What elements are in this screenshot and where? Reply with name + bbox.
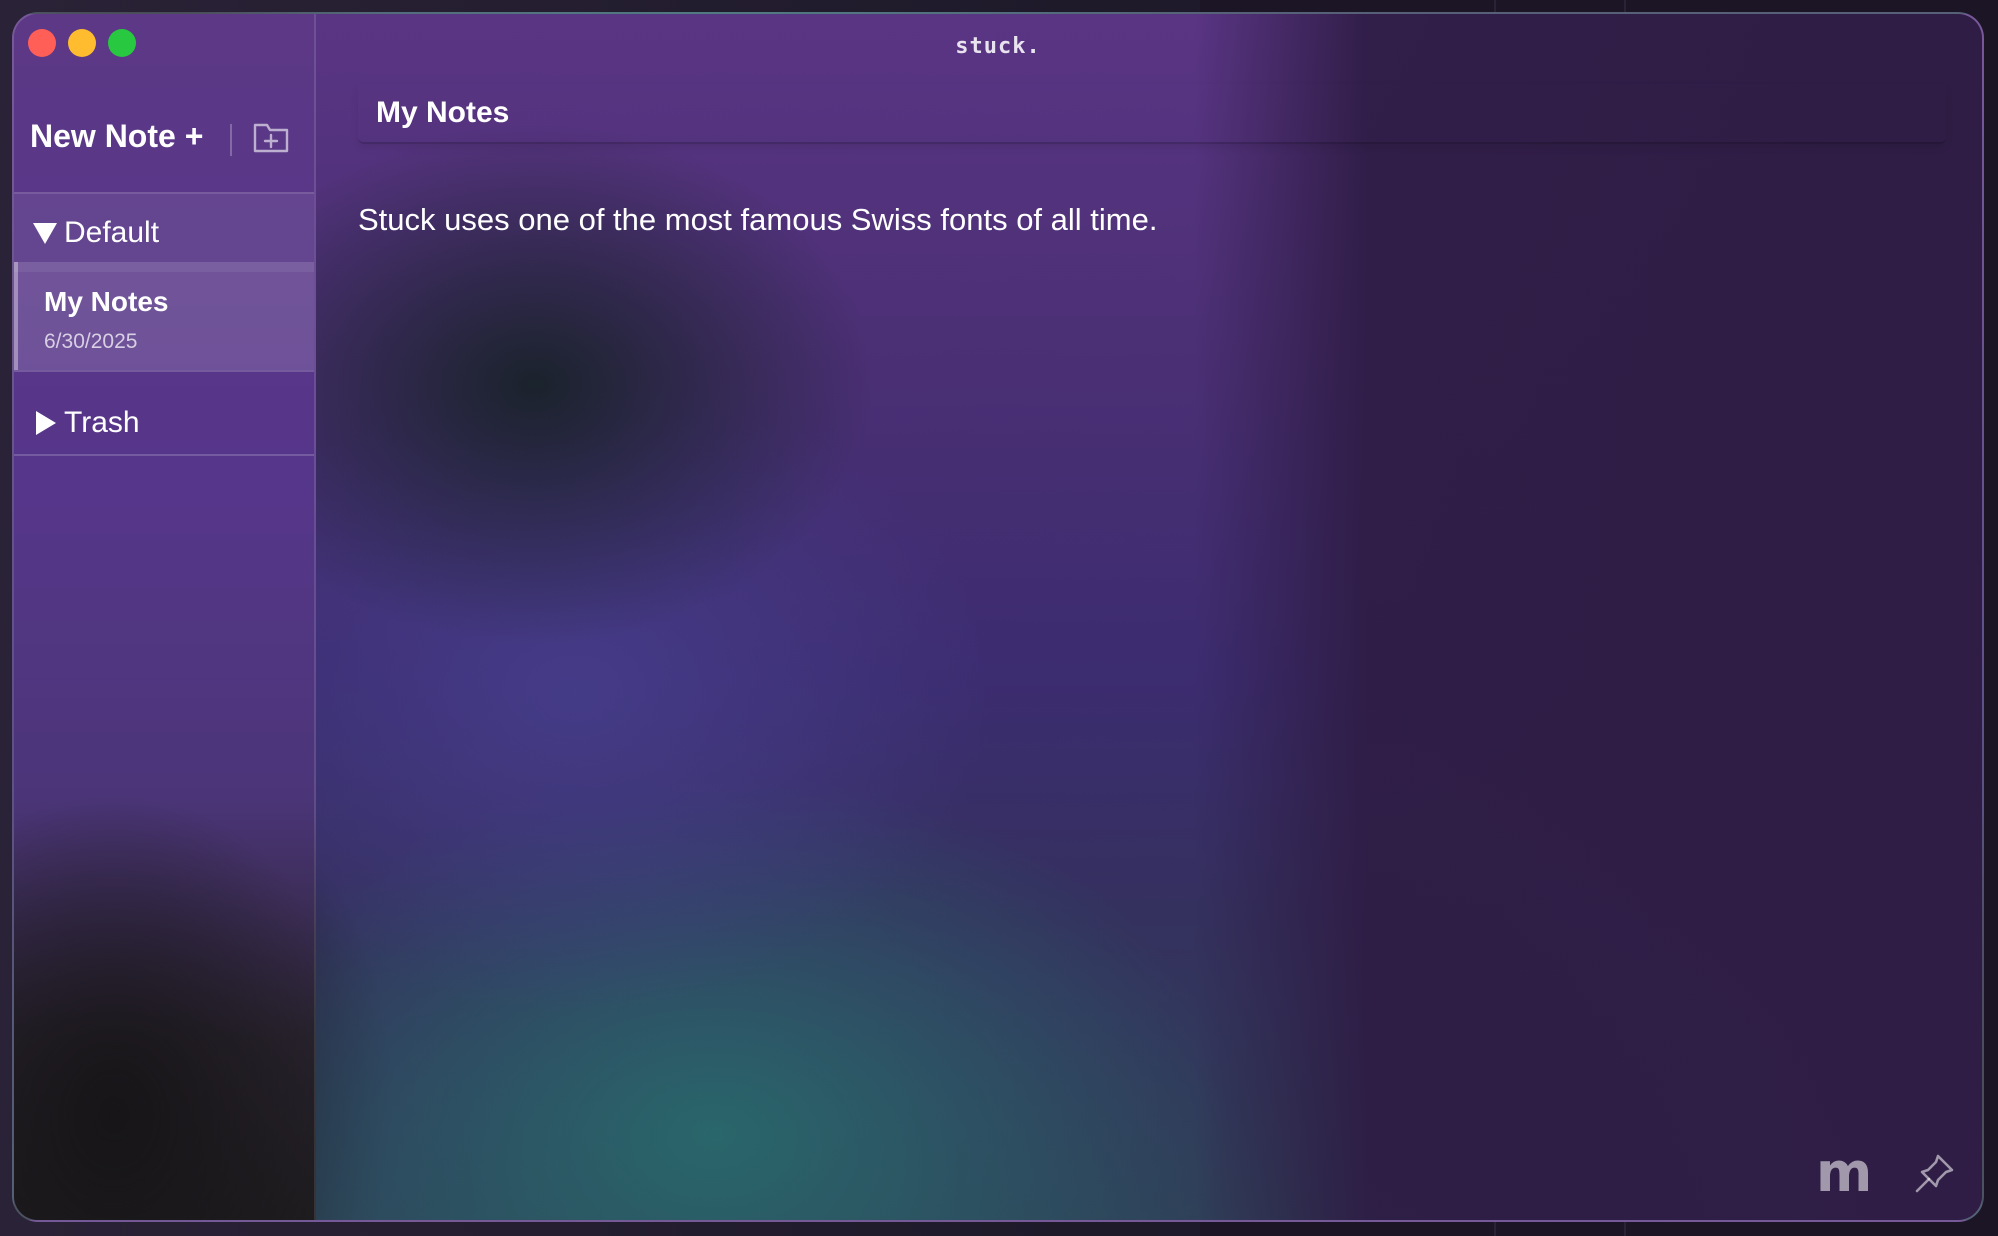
note-title-bar: My Notes bbox=[358, 84, 1946, 144]
folder-label: Trash bbox=[64, 406, 140, 439]
selected-indicator bbox=[14, 262, 18, 370]
markdown-toggle-button[interactable]: m bbox=[1816, 1146, 1872, 1200]
note-item-date: 6/30/2025 bbox=[44, 330, 138, 353]
folder-trash[interactable]: Trash bbox=[14, 384, 314, 462]
note-list-item[interactable]: My Notes 6/30/2025 bbox=[14, 262, 314, 370]
sidebar-toolbar: New Note + bbox=[14, 110, 314, 172]
footer-tools: m bbox=[1816, 1146, 1956, 1200]
new-note-button[interactable]: New Note + bbox=[30, 118, 203, 155]
note-editor: My Notes Stuck uses one of the most famo… bbox=[314, 74, 1982, 1220]
note-body-editor[interactable]: Stuck uses one of the most famous Swiss … bbox=[358, 200, 1942, 240]
folder-label: Default bbox=[64, 216, 160, 249]
title-bar: stuck. bbox=[14, 14, 1982, 74]
pin-icon[interactable] bbox=[1912, 1152, 1956, 1196]
window-title: stuck. bbox=[955, 34, 1041, 59]
triangle-right-icon bbox=[36, 411, 56, 435]
sidebar: New Note + Default My Notes 6/30/2025 Tr… bbox=[14, 14, 316, 1220]
folder-plus-icon bbox=[253, 123, 289, 153]
app-window: New Note + Default My Notes 6/30/2025 Tr… bbox=[12, 12, 1984, 1222]
toolbar-divider bbox=[230, 124, 232, 156]
sidebar-divider bbox=[14, 454, 314, 456]
note-item-title: My Notes bbox=[44, 286, 169, 317]
note-title-field[interactable]: My Notes bbox=[376, 96, 509, 130]
folder-default[interactable]: Default bbox=[14, 194, 314, 272]
sidebar-divider bbox=[14, 370, 314, 372]
triangle-down-icon bbox=[33, 223, 57, 244]
new-folder-button[interactable] bbox=[252, 118, 290, 156]
